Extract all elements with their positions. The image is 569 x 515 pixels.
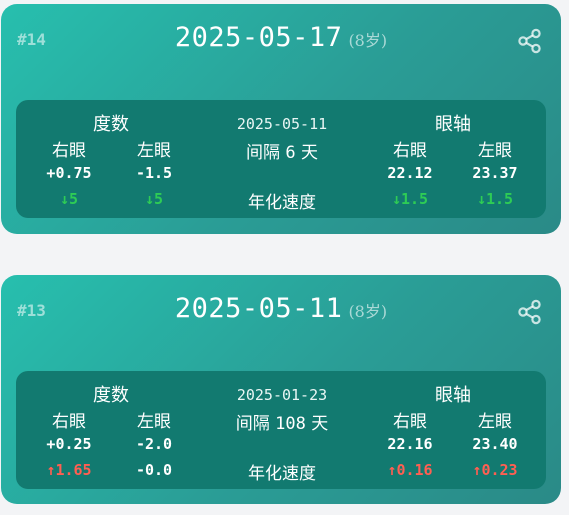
- share-icon[interactable]: [517, 299, 543, 325]
- share-icon[interactable]: [517, 28, 543, 54]
- record-date-line: 2025-05-17 (8岁): [1, 22, 561, 53]
- record-date: 2025-05-11: [174, 293, 343, 324]
- axis-left-eye-label: 左眼: [478, 141, 512, 161]
- degree-right-rate: ↓5: [59, 190, 79, 208]
- degree-right-rate: ↑1.65: [46, 461, 92, 479]
- axis-header: 眼轴: [435, 114, 471, 135]
- measurement-panel: 度数 右眼 左眼 +0.75 -1.5 ↓5 ↓5 2025-05-11 间隔 …: [16, 100, 546, 218]
- degree-left-rate: ↓5: [144, 190, 164, 208]
- axis-right-eye-label: 右眼: [393, 141, 427, 161]
- degree-left-rate: -0.0: [135, 461, 173, 479]
- degree-right-value: +0.75: [46, 164, 92, 182]
- axis-right-rate: ↑0.16: [387, 461, 433, 479]
- interval-prefix: 间隔: [235, 414, 270, 434]
- interval-days: 6: [285, 143, 296, 163]
- degree-left-eye-label: 左眼: [137, 412, 171, 432]
- record-age: (8岁): [348, 31, 388, 50]
- axis-right-value: 22.16: [387, 435, 433, 453]
- degree-left-value: -1.5: [135, 164, 173, 182]
- previous-date: 2025-05-11: [236, 115, 328, 133]
- interval-text: 间隔 108 天: [236, 409, 329, 434]
- degree-header: 度数: [93, 385, 129, 406]
- interval-suffix: 天: [301, 143, 319, 163]
- record-card[interactable]: #13 2025-05-11 (8岁) 度数 右眼 左眼 +0.25 -2.0 ↑…: [1, 275, 561, 504]
- axis-left-value: 23.40: [472, 435, 518, 453]
- axis-left-eye-label: 左眼: [478, 412, 512, 432]
- axis-left-rate: ↑0.23: [472, 461, 518, 479]
- interval-text: 间隔 6 天: [246, 138, 318, 163]
- annual-speed-label: 年化速度: [248, 193, 316, 213]
- measurement-panel: 度数 右眼 左眼 +0.25 -2.0 ↑1.65 -0.0 2025-01-2…: [16, 371, 546, 489]
- interval-days: 108: [275, 414, 306, 434]
- degree-right-eye-label: 右眼: [52, 412, 86, 432]
- degree-right-value: +0.25: [46, 435, 92, 453]
- axis-left-rate: ↓1.5: [476, 190, 514, 208]
- axis-left-value: 23.37: [472, 164, 518, 182]
- interval-suffix: 天: [311, 414, 329, 434]
- degree-header: 度数: [93, 114, 129, 135]
- record-card[interactable]: #14 2025-05-17 (8岁) 度数 右眼 左眼 +0.75 -1.5 ↓…: [1, 4, 561, 234]
- degree-right-eye-label: 右眼: [52, 141, 86, 161]
- axis-right-rate: ↓1.5: [391, 190, 429, 208]
- record-date-line: 2025-05-11 (8岁): [1, 293, 561, 324]
- previous-date: 2025-01-23: [236, 386, 328, 404]
- axis-header: 眼轴: [435, 385, 471, 406]
- degree-left-eye-label: 左眼: [137, 141, 171, 161]
- axis-right-value: 22.12: [387, 164, 433, 182]
- degree-left-value: -2.0: [135, 435, 173, 453]
- annual-speed-label: 年化速度: [248, 464, 316, 484]
- record-date: 2025-05-17: [174, 22, 343, 53]
- record-age: (8岁): [348, 302, 388, 321]
- axis-right-eye-label: 右眼: [393, 412, 427, 432]
- interval-prefix: 间隔: [245, 143, 280, 163]
